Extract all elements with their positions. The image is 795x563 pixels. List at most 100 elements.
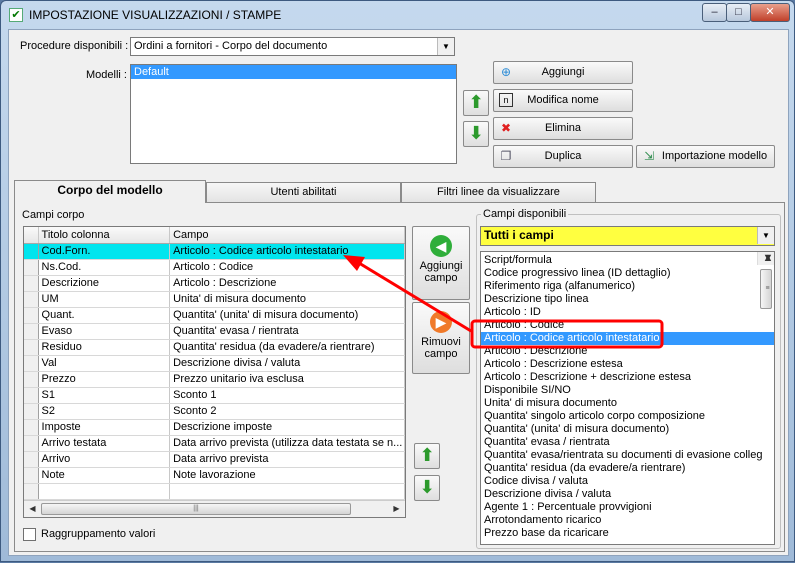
tab-corpo-del-modello[interactable]: Corpo del modello [14,180,206,203]
campi-disponibili-list[interactable]: Script/formula Codice progressivo linea … [480,251,775,545]
table-row[interactable]: S2 Sconto 2 [24,403,405,420]
list-item[interactable]: Unita' di misura documento [481,397,774,410]
list-item[interactable]: Quantita' evasa / rientrata [481,436,774,449]
cell-campo[interactable]: Descrizione imposte [169,419,405,436]
table-row[interactable]: Ns.Cod. Articolo : Codice [24,259,405,276]
list-item[interactable]: Articolo : Descrizione estesa [481,358,774,371]
cell-campo[interactable]: Note lavorazione [169,467,405,484]
cell-titolo[interactable]: Cod.Forn. [38,243,171,260]
move-model-down-button[interactable]: ⬇ [463,121,489,147]
list-item[interactable]: Disponibile SI/NO [481,384,774,397]
table-row[interactable] [24,483,405,500]
modifica-nome-button[interactable]: n Modifica nome [493,89,633,112]
move-field-down-button[interactable]: ⬇ [414,475,440,501]
scrollbar-thumb[interactable]: ≡ [760,269,772,309]
list-item[interactable]: Articolo : Descrizione + descrizione est… [481,371,774,384]
campi-filter-select[interactable]: Tutti i campi ▼ [480,226,775,246]
cell-titolo[interactable]: Prezzo [38,371,171,388]
modelli-listbox[interactable]: Default [130,64,457,164]
cell-campo[interactable]: Quantita' residua (da evadere/a rientrar… [169,339,405,356]
cell-campo[interactable]: Articolo : Descrizione [169,275,405,292]
cell-campo[interactable]: Sconto 1 [169,387,405,404]
row-header[interactable] [24,307,39,324]
scroll-left-icon[interactable]: ◀ [24,501,41,517]
row-header[interactable] [24,467,39,484]
horizontal-scrollbar[interactable]: ◀ ||| ▶ [24,500,405,517]
cell-campo[interactable]: Data arrivo prevista [169,451,405,468]
cell-titolo[interactable]: Arrivo testata [38,435,171,452]
table-row[interactable]: UM Unita' di misura documento [24,291,405,308]
cell-campo[interactable]: Quantita' evasa / rientrata [169,323,405,340]
list-item[interactable]: Quantita' singolo articolo corpo composi… [481,410,774,423]
table-row[interactable]: S1 Sconto 1 [24,387,405,404]
column-header-campo[interactable]: Campo [169,227,405,244]
column-header-titolo[interactable]: Titolo colonna [38,227,171,244]
table-row[interactable]: Residuo Quantita' residua (da evadere/a r… [24,339,405,356]
list-item[interactable]: Articolo : Descrizione [481,345,774,358]
chevron-down-icon[interactable]: ▼ [437,38,454,55]
cell-titolo[interactable]: Note [38,467,171,484]
maximize-button[interactable]: □ [726,3,751,22]
row-header[interactable] [24,243,39,260]
aggiungi-campo-button[interactable]: ◀ Aggiungi campo [412,226,470,300]
table-row[interactable]: Arrivo testata Data arrivo prevista (util… [24,435,405,452]
list-item[interactable]: Arrotondamento ricarico [481,514,774,527]
cell-campo[interactable]: Descrizione divisa / valuta [169,355,405,372]
list-item[interactable]: Quantita' residua (da evadere/a rientrar… [481,462,774,475]
chevron-down-icon[interactable]: ▼ [757,227,774,244]
elimina-button[interactable]: ✖ Elimina [493,117,633,140]
table-row[interactable]: Evaso Quantita' evasa / rientrata [24,323,405,340]
row-header[interactable] [24,355,39,372]
cell-titolo[interactable]: Arrivo [38,451,171,468]
row-header[interactable] [24,275,39,292]
list-item[interactable]: Quantita' evasa/rientrata su documenti d… [481,449,774,462]
rimuovi-campo-button[interactable]: ▶ Rimuovi campo [412,302,470,374]
cell-titolo[interactable]: Val [38,355,171,372]
list-item[interactable]: Prezzo base da ricaricare [481,527,774,540]
cell-campo[interactable]: Data arrivo prevista (utilizza data test… [169,435,405,452]
row-header[interactable] [24,435,39,452]
row-header[interactable] [24,419,39,436]
cell-titolo[interactable]: Descrizione [38,275,171,292]
table-row[interactable]: Val Descrizione divisa / valuta [24,355,405,372]
cell-titolo[interactable]: S1 [38,387,171,404]
campi-corpo-grid[interactable]: Titolo colonna Campo Cod.Forn. Articolo :… [23,226,406,518]
table-row[interactable]: Note Note lavorazione [24,467,405,484]
row-header[interactable] [24,371,39,388]
list-item[interactable]: Script/formula [481,254,774,267]
procedure-select[interactable]: Ordini a fornitori - Corpo del documento… [130,37,455,56]
row-header[interactable] [24,451,39,468]
cell-campo[interactable] [169,483,405,500]
cell-campo[interactable]: Articolo : Codice articolo intestatario [169,243,405,260]
row-header[interactable] [24,259,39,276]
cell-campo[interactable]: Quantita' (unita' di misura documento) [169,307,405,324]
scrollbar-thumb[interactable]: ||| [41,503,351,515]
table-row[interactable]: Descrizione Articolo : Descrizione [24,275,405,292]
list-item[interactable]: Quantita' (unita' di misura documento) [481,423,774,436]
table-row[interactable]: Arrivo Data arrivo prevista [24,451,405,468]
list-item[interactable]: Agente 1 : Percentuale provvigioni [481,501,774,514]
table-row[interactable]: Cod.Forn. Articolo : Codice articolo inte… [24,243,405,260]
raggruppamento-checkbox[interactable] [23,528,36,541]
list-item[interactable]: Codice progressivo linea (ID dettaglio) [481,267,774,280]
cell-campo[interactable]: Sconto 2 [169,403,405,420]
list-item[interactable]: Articolo : ID [481,306,774,319]
row-header[interactable] [24,403,39,420]
table-row[interactable]: Quant. Quantita' (unita' di misura docume… [24,307,405,324]
move-model-up-button[interactable]: ⬆ [463,90,489,116]
row-header[interactable] [24,339,39,356]
cell-campo[interactable]: Articolo : Codice [169,259,405,276]
cell-titolo[interactable]: Imposte [38,419,171,436]
list-item[interactable]: Riferimento riga (alfanumerico) [481,280,774,293]
minimize-button[interactable]: – [702,3,727,22]
importazione-modello-button[interactable]: ⇲ Importazione modello [636,145,775,168]
tab-filtri-linee[interactable]: Filtri linee da visualizzare [401,182,596,202]
cell-titolo[interactable]: S2 [38,403,171,420]
list-item[interactable]: Descrizione divisa / valuta [481,488,774,501]
scroll-down-icon[interactable]: ▼ [758,252,774,265]
cell-titolo[interactable]: UM [38,291,171,308]
scroll-right-icon[interactable]: ▶ [388,501,405,517]
vertical-scrollbar[interactable]: ▲ ≡ ▼ [757,252,774,309]
cell-campo[interactable]: Prezzo unitario iva esclusa [169,371,405,388]
cell-titolo[interactable]: Evaso [38,323,171,340]
